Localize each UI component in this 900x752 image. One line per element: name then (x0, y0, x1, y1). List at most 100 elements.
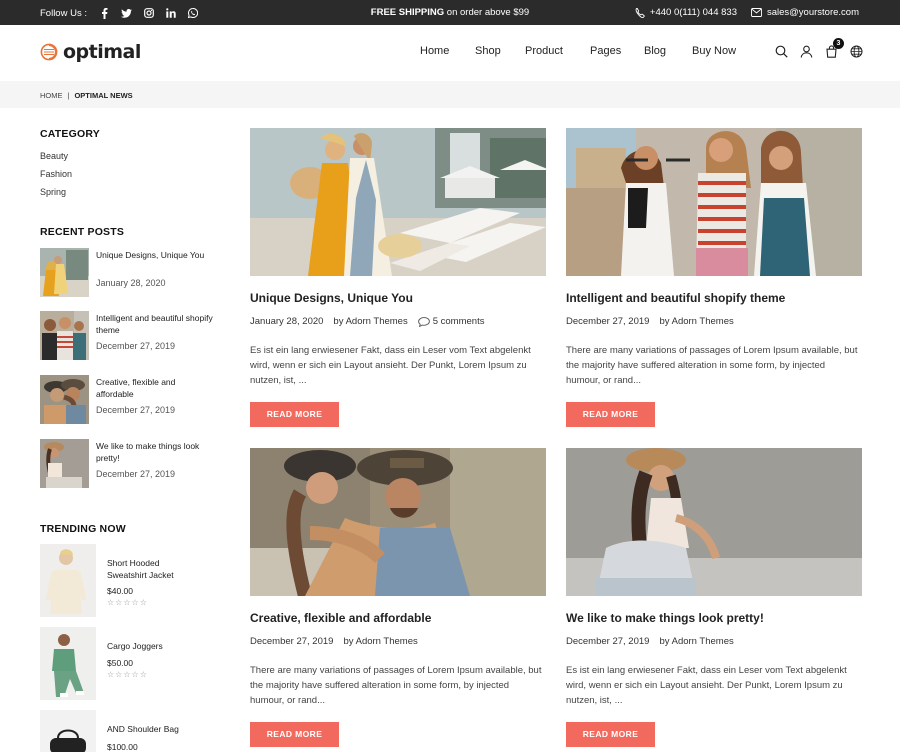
site-header: optimal Home Shop Product Pages Blog Buy… (0, 25, 900, 81)
post-author[interactable]: by Adorn Themes (659, 316, 733, 327)
comment-count: 5 comments (432, 316, 485, 327)
nav-pages[interactable]: Pages (590, 45, 644, 57)
email-link[interactable]: sales@yourstore.com (751, 7, 859, 18)
trending-product-image[interactable] (40, 544, 96, 617)
breadcrumb-separator: | (67, 91, 70, 100)
recent-posts-title: RECENT POSTS (40, 226, 125, 238)
category-item-fashion[interactable]: Fashion (40, 169, 220, 187)
post-date: December 27, 2019 (566, 636, 650, 647)
contact-info: +440 0(111) 044 833 sales@yourstore.com (635, 7, 859, 18)
recent-post-title[interactable]: Unique Designs, Unique You (96, 249, 214, 261)
category-item-spring[interactable]: Spring (40, 187, 220, 205)
nav-product[interactable]: Product (525, 45, 590, 57)
recent-post-date: January 28, 2020 (96, 278, 166, 288)
breadcrumb-home[interactable]: HOME (40, 91, 63, 100)
promo-rest: on order above $99 (444, 7, 530, 18)
post-date: December 27, 2019 (250, 636, 334, 647)
category-item-beauty[interactable]: Beauty (40, 151, 220, 169)
trending-product-price: $50.00 (107, 658, 133, 668)
trending-product[interactable]: AND Shoulder Bag $100.00 (40, 710, 220, 752)
phone-number: +440 0(111) 044 833 (649, 7, 737, 18)
post-image[interactable] (250, 448, 546, 596)
post-excerpt: Es ist ein lang erwiesener Fakt, dass ei… (566, 665, 847, 706)
top-bar: Follow Us : FREE SHIPPING on order above… (0, 0, 900, 25)
recent-post-thumbnail[interactable] (40, 311, 89, 360)
trending-product-price: $100.00 (107, 742, 138, 752)
trending-product-name[interactable]: AND Shoulder Bag (107, 723, 197, 735)
post-excerpt: There are many variations of passages of… (566, 345, 858, 386)
post-meta: December 27, 2019 by Adorn Themes (566, 636, 734, 647)
recent-post-title[interactable]: Intelligent and beautiful shopify theme (96, 312, 214, 336)
trending-now: TRENDING NOW Short Hooded Sweatshirt Jac… (40, 523, 220, 752)
rating-stars: ☆☆☆☆☆ (107, 598, 148, 607)
comment-icon (417, 316, 430, 327)
email-address: sales@yourstore.com (766, 7, 859, 18)
read-more-button[interactable]: READ MORE (566, 402, 655, 427)
post-comments[interactable]: 5 comments (417, 316, 485, 327)
search-icon[interactable] (775, 45, 788, 58)
recent-post-thumbnail[interactable] (40, 439, 89, 488)
trending-product-name[interactable]: Short Hooded Sweatshirt Jacket (107, 557, 197, 581)
rating-stars: ☆☆☆☆☆ (107, 670, 148, 679)
post-date: December 27, 2019 (566, 316, 650, 327)
post-image[interactable] (566, 128, 862, 276)
read-more-button[interactable]: READ MORE (250, 722, 339, 747)
globe-icon[interactable] (850, 45, 863, 58)
trending-title: TRENDING NOW (40, 523, 126, 535)
trending-product-price: $40.00 (107, 586, 133, 596)
logo-text: optimal (63, 41, 141, 63)
recent-post-item[interactable]: Creative, flexible and affordable Decemb… (40, 375, 220, 425)
blog-post-card: Creative, flexible and affordable Decemb… (250, 448, 546, 748)
recent-post-date: December 27, 2019 (96, 341, 176, 351)
post-image[interactable] (566, 448, 862, 596)
recent-posts: RECENT POSTS Unique Designs, Unique You … (40, 226, 220, 488)
recent-post-item[interactable]: Intelligent and beautiful shopify theme … (40, 311, 220, 361)
nav-home[interactable]: Home (420, 45, 475, 57)
phone-link[interactable]: +440 0(111) 044 833 (635, 7, 737, 18)
recent-post-item[interactable]: Unique Designs, Unique You January 28, 2… (40, 248, 220, 298)
post-title[interactable]: We like to make things look pretty! (566, 611, 764, 625)
header-icons: 3 (775, 38, 863, 58)
mail-icon (751, 8, 762, 17)
post-excerpt: Es ist ein lang erwiesener Fakt, dass ei… (250, 345, 531, 386)
blog-post-card: We like to make things look pretty! Dece… (566, 448, 862, 748)
blog-sidebar: CATEGORY Beauty Fashion Spring RECENT PO… (40, 128, 220, 752)
post-title[interactable]: Unique Designs, Unique You (250, 291, 413, 305)
post-excerpt: There are many variations of passages of… (250, 665, 542, 706)
recent-post-item[interactable]: We like to make things look pretty! Dece… (40, 439, 220, 489)
trending-product-image[interactable] (40, 627, 96, 700)
trending-product-name[interactable]: Cargo Joggers (107, 640, 197, 652)
nav-blog[interactable]: Blog (644, 45, 692, 57)
trending-product[interactable]: Cargo Joggers $50.00 ☆☆☆☆☆ (40, 627, 220, 701)
trending-product[interactable]: Short Hooded Sweatshirt Jacket $40.00 ☆☆… (40, 544, 220, 618)
read-more-button[interactable]: READ MORE (566, 722, 655, 747)
post-meta: January 28, 2020 by Adorn Themes 5 comme… (250, 316, 484, 327)
phone-icon (635, 7, 645, 18)
post-date: January 28, 2020 (250, 316, 324, 327)
post-author[interactable]: by Adorn Themes (659, 636, 733, 647)
trending-product-image[interactable] (40, 710, 96, 752)
breadcrumb: HOME | OPTIMAL NEWS (0, 81, 900, 108)
nav-shop[interactable]: Shop (475, 45, 525, 57)
post-image[interactable] (250, 128, 546, 276)
blog-post-card: Unique Designs, Unique You January 28, 2… (250, 128, 546, 428)
post-meta: December 27, 2019 by Adorn Themes (250, 636, 418, 647)
recent-post-thumbnail[interactable] (40, 375, 89, 424)
post-title[interactable]: Intelligent and beautiful shopify theme (566, 291, 785, 305)
recent-post-date: December 27, 2019 (96, 469, 176, 479)
post-meta: December 27, 2019 by Adorn Themes (566, 316, 734, 327)
nav-buy-now[interactable]: Buy Now (692, 45, 742, 57)
cart-icon[interactable]: 3 (825, 38, 844, 58)
recent-post-thumbnail[interactable] (40, 248, 89, 297)
recent-post-title[interactable]: Creative, flexible and affordable (96, 376, 214, 400)
recent-post-date: December 27, 2019 (96, 405, 176, 415)
recent-post-title[interactable]: We like to make things look pretty! (96, 440, 214, 464)
post-title[interactable]: Creative, flexible and affordable (250, 611, 431, 625)
user-icon[interactable] (800, 45, 813, 58)
post-author[interactable]: by Adorn Themes (333, 316, 407, 327)
breadcrumb-current: OPTIMAL NEWS (74, 91, 133, 100)
read-more-button[interactable]: READ MORE (250, 402, 339, 427)
main-nav: Home Shop Product Pages Blog Buy Now (420, 45, 742, 57)
site-logo[interactable]: optimal (40, 41, 141, 63)
post-author[interactable]: by Adorn Themes (343, 636, 417, 647)
